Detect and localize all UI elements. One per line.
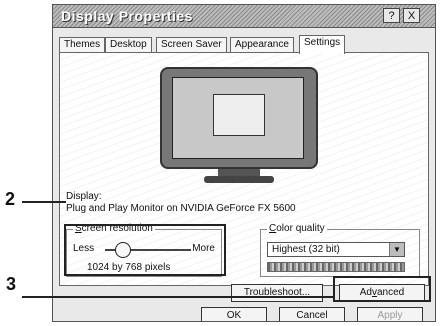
cancel-button[interactable]: Cancel bbox=[279, 307, 345, 321]
callout-number-3: 3 bbox=[6, 274, 17, 294]
display-label: Display: bbox=[66, 191, 102, 202]
callout-box-advanced bbox=[333, 276, 431, 302]
title-bar: Display Properties ? X bbox=[53, 5, 435, 28]
monitor-preview-icon bbox=[160, 67, 318, 185]
callout-number-2: 2 bbox=[5, 189, 16, 209]
color-quality-select[interactable]: Highest (32 bit) ▼ bbox=[267, 242, 405, 257]
troubleshoot-button[interactable]: Troubleshoot... bbox=[231, 284, 323, 302]
color-quality-group: Color quality Highest (32 bit) ▼ bbox=[260, 223, 420, 277]
help-button[interactable]: ? bbox=[383, 8, 400, 23]
tab-appearance[interactable]: Appearance bbox=[230, 37, 294, 53]
callout-box-resolution bbox=[64, 224, 226, 276]
dropdown-arrow-icon[interactable]: ▼ bbox=[389, 243, 404, 256]
display-value: Plug and Play Monitor on NVIDIA GeForce … bbox=[66, 203, 296, 214]
color-quality-label: Color quality bbox=[267, 223, 327, 234]
callout-line-3 bbox=[22, 296, 334, 298]
close-button[interactable]: X bbox=[403, 8, 420, 23]
tab-themes[interactable]: Themes bbox=[59, 37, 106, 53]
ok-button[interactable]: OK bbox=[201, 307, 267, 321]
color-preview-bar bbox=[267, 262, 405, 272]
callout-line-2 bbox=[22, 201, 66, 203]
window-title: Display Properties bbox=[61, 8, 193, 24]
color-quality-value: Highest (32 bit) bbox=[272, 244, 340, 255]
apply-button[interactable]: Apply bbox=[357, 307, 423, 321]
tab-settings[interactable]: Settings bbox=[299, 35, 346, 54]
tab-screen-saver[interactable]: Screen Saver bbox=[156, 37, 227, 53]
tab-desktop[interactable]: Desktop bbox=[105, 37, 152, 53]
